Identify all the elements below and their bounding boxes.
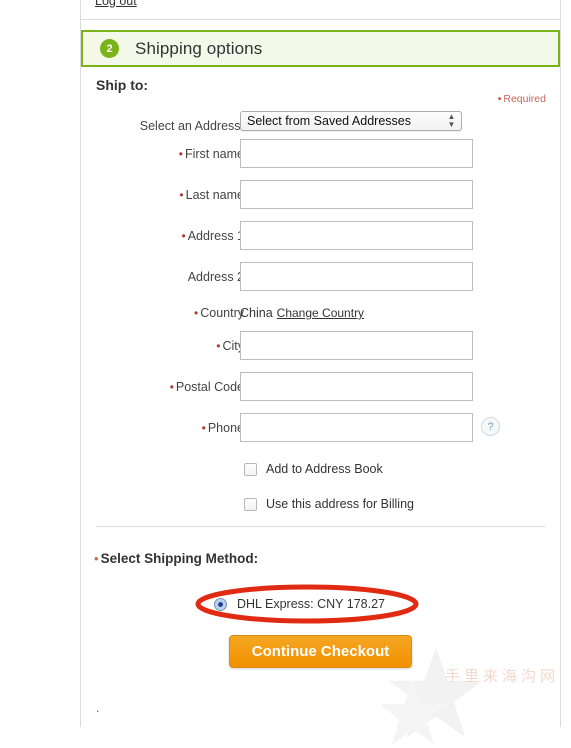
required-dot-icon: • — [201, 421, 206, 435]
use-for-billing-checkbox[interactable] — [244, 498, 257, 511]
required-legend-label: Required — [503, 93, 546, 105]
footer-dot: . — [96, 701, 100, 715]
country-label-text: Country — [200, 306, 244, 320]
address1-label: • Address 1 — [81, 221, 244, 251]
phone-input[interactable] — [240, 413, 473, 442]
select-shipping-method-label: • Select Shipping Method: — [94, 551, 258, 566]
use-for-billing-row: Use this address for Billing — [81, 495, 560, 517]
postal-code-row: • Postal Code — [81, 372, 560, 402]
postal-code-input[interactable] — [240, 372, 473, 401]
last-name-label-text: Last name — [185, 188, 244, 202]
chevron-updown-icon: ▲ ▼ — [447, 112, 456, 129]
postal-code-label: • Postal Code — [81, 372, 244, 402]
use-for-billing-label: Use this address for Billing — [266, 497, 414, 511]
address2-row: Address 2 — [81, 262, 560, 292]
select-shipping-method-text: Select Shipping Method: — [100, 551, 259, 566]
shipping-option-radio[interactable] — [214, 597, 227, 611]
address2-label: Address 2 — [187, 270, 244, 284]
address1-row: • Address 1 — [81, 221, 560, 251]
address1-input[interactable] — [240, 221, 473, 250]
required-dot-icon: • — [497, 93, 502, 105]
saved-address-select-value[interactable]: Select from Saved Addresses — [240, 111, 462, 131]
phone-row: • Phone ? — [81, 413, 560, 443]
first-name-row: • First name — [81, 139, 560, 169]
required-dot-icon: • — [216, 339, 221, 353]
help-question-icon[interactable]: ? — [481, 417, 500, 436]
city-input[interactable] — [240, 331, 473, 360]
shipping-form-panel: Ship to: • Required Select an Address: Se… — [81, 67, 560, 745]
logout-link[interactable]: Log out — [95, 0, 137, 8]
step-number-badge: 2 — [100, 39, 119, 58]
first-name-label-text: First name — [184, 147, 244, 161]
shipping-option-label: DHL Express: CNY 178.27 — [237, 597, 385, 611]
first-name-label: • First name — [81, 139, 244, 169]
add-to-address-book-label: Add to Address Book — [266, 462, 383, 476]
add-to-address-book-checkbox[interactable] — [244, 463, 257, 476]
required-dot-icon: • — [169, 380, 174, 394]
country-label: • Country — [81, 303, 244, 323]
address2-input[interactable] — [240, 262, 473, 291]
required-legend: • Required — [498, 93, 546, 105]
shipping-options-header: 2 Shipping options — [81, 30, 560, 67]
shipping-option-dhl[interactable]: DHL Express: CNY 178.27 — [214, 594, 385, 614]
panel-right-border — [560, 0, 561, 727]
checkout-page: Log out 2 Shipping options Ship to: • Req… — [0, 0, 571, 745]
required-dot-icon: • — [94, 551, 99, 566]
select-address-label: Select an Address: — [139, 119, 244, 133]
last-name-label: • Last name — [81, 180, 244, 210]
address1-label-text: Address 1 — [187, 229, 244, 243]
country-value: China — [240, 306, 273, 320]
required-dot-icon: • — [194, 306, 199, 320]
watermark-text: 手里来海沟网 — [445, 667, 560, 685]
required-dot-icon: • — [181, 229, 186, 243]
change-country-link[interactable]: Change Country — [277, 306, 364, 320]
section-divider — [96, 526, 545, 527]
phone-label: • Phone — [81, 413, 244, 443]
account-strip: Log out — [81, 0, 560, 20]
required-dot-icon: • — [178, 147, 183, 161]
section-title: Shipping options — [135, 38, 263, 58]
saved-address-select[interactable]: Select from Saved Addresses ▲ ▼ — [240, 111, 462, 131]
postal-code-label-text: Postal Code — [175, 380, 244, 394]
ship-to-heading: Ship to: — [96, 77, 149, 93]
country-value-group: China Change Country — [240, 303, 364, 323]
city-row: • City — [81, 331, 560, 361]
city-label: • City — [81, 331, 244, 361]
required-dot-icon: • — [179, 188, 184, 202]
last-name-row: • Last name — [81, 180, 560, 210]
continue-checkout-button[interactable]: Continue Checkout — [229, 635, 412, 668]
last-name-input[interactable] — [240, 180, 473, 209]
country-row: • Country China Change Country — [81, 303, 560, 323]
add-to-address-book-row: Add to Address Book — [81, 460, 560, 482]
select-address-row: Select an Address: Select from Saved Add… — [81, 111, 560, 141]
phone-label-text: Phone — [207, 421, 244, 435]
first-name-input[interactable] — [240, 139, 473, 168]
